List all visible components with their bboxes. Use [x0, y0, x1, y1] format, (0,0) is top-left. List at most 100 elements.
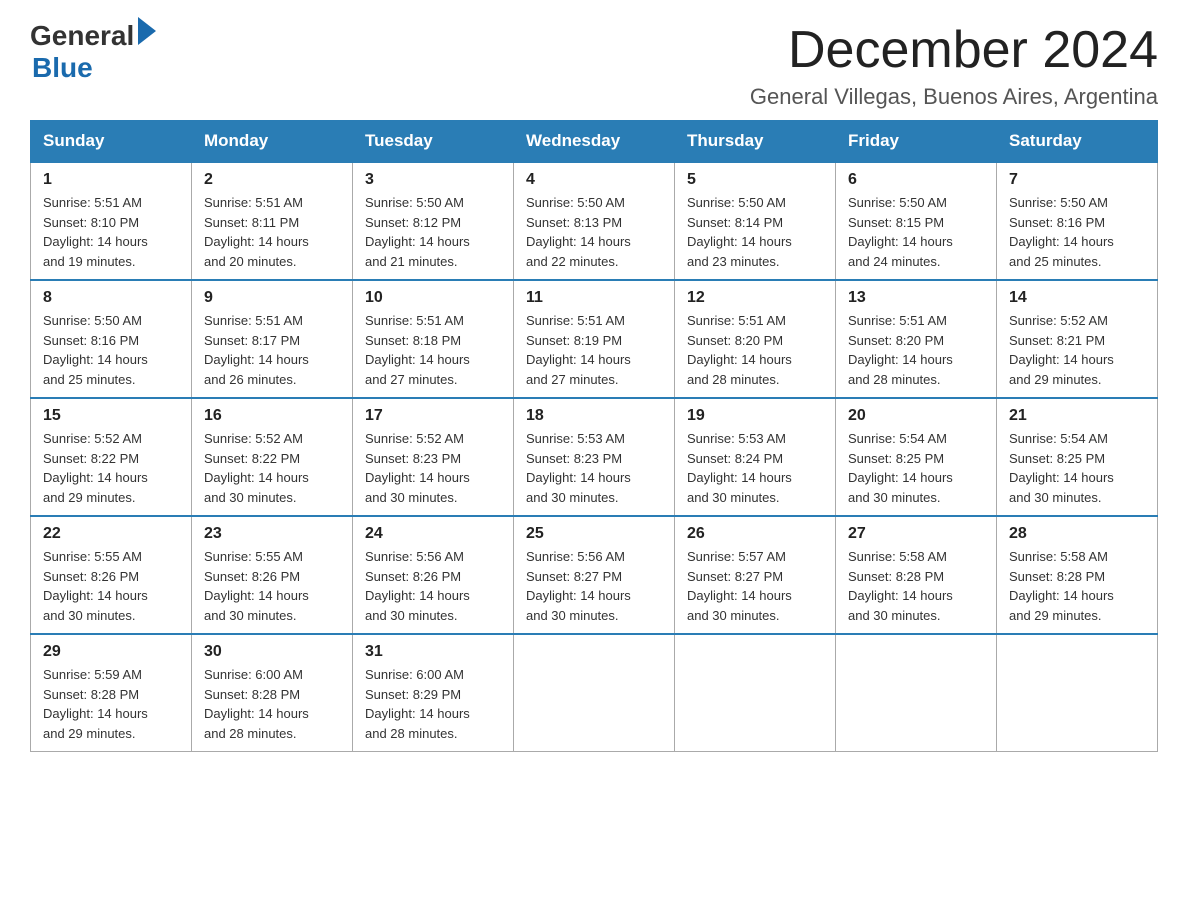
- day-number: 17: [365, 407, 501, 425]
- table-row: 19 Sunrise: 5:53 AM Sunset: 8:24 PM Dayl…: [675, 398, 836, 516]
- day-number: 1: [43, 171, 179, 189]
- day-number: 14: [1009, 289, 1145, 307]
- table-row: 7 Sunrise: 5:50 AM Sunset: 8:16 PM Dayli…: [997, 162, 1158, 280]
- day-info: Sunrise: 5:57 AM Sunset: 8:27 PM Dayligh…: [687, 547, 823, 625]
- day-info: Sunrise: 5:52 AM Sunset: 8:22 PM Dayligh…: [204, 429, 340, 507]
- day-number: 27: [848, 525, 984, 543]
- table-row: 11 Sunrise: 5:51 AM Sunset: 8:19 PM Dayl…: [514, 280, 675, 398]
- day-number: 23: [204, 525, 340, 543]
- month-title: December 2024: [750, 20, 1158, 80]
- day-info: Sunrise: 5:53 AM Sunset: 8:23 PM Dayligh…: [526, 429, 662, 507]
- day-info: Sunrise: 5:59 AM Sunset: 8:28 PM Dayligh…: [43, 665, 179, 743]
- col-thursday: Thursday: [675, 121, 836, 163]
- day-info: Sunrise: 5:54 AM Sunset: 8:25 PM Dayligh…: [848, 429, 984, 507]
- table-row: 24 Sunrise: 5:56 AM Sunset: 8:26 PM Dayl…: [353, 516, 514, 634]
- day-number: 13: [848, 289, 984, 307]
- table-row: 30 Sunrise: 6:00 AM Sunset: 8:28 PM Dayl…: [192, 634, 353, 752]
- table-row: 8 Sunrise: 5:50 AM Sunset: 8:16 PM Dayli…: [31, 280, 192, 398]
- day-number: 15: [43, 407, 179, 425]
- table-row: 13 Sunrise: 5:51 AM Sunset: 8:20 PM Dayl…: [836, 280, 997, 398]
- day-info: Sunrise: 5:50 AM Sunset: 8:15 PM Dayligh…: [848, 193, 984, 271]
- table-row: 14 Sunrise: 5:52 AM Sunset: 8:21 PM Dayl…: [997, 280, 1158, 398]
- day-number: 29: [43, 643, 179, 661]
- day-number: 31: [365, 643, 501, 661]
- col-friday: Friday: [836, 121, 997, 163]
- day-info: Sunrise: 5:54 AM Sunset: 8:25 PM Dayligh…: [1009, 429, 1145, 507]
- table-row: 15 Sunrise: 5:52 AM Sunset: 8:22 PM Dayl…: [31, 398, 192, 516]
- day-info: Sunrise: 5:56 AM Sunset: 8:26 PM Dayligh…: [365, 547, 501, 625]
- page-header: General Blue December 2024 General Ville…: [30, 20, 1158, 110]
- col-monday: Monday: [192, 121, 353, 163]
- table-row: 18 Sunrise: 5:53 AM Sunset: 8:23 PM Dayl…: [514, 398, 675, 516]
- table-row: 31 Sunrise: 6:00 AM Sunset: 8:29 PM Dayl…: [353, 634, 514, 752]
- day-info: Sunrise: 5:58 AM Sunset: 8:28 PM Dayligh…: [1009, 547, 1145, 625]
- day-info: Sunrise: 5:51 AM Sunset: 8:17 PM Dayligh…: [204, 311, 340, 389]
- table-row: 10 Sunrise: 5:51 AM Sunset: 8:18 PM Dayl…: [353, 280, 514, 398]
- day-info: Sunrise: 5:53 AM Sunset: 8:24 PM Dayligh…: [687, 429, 823, 507]
- day-number: 12: [687, 289, 823, 307]
- day-number: 6: [848, 171, 984, 189]
- day-number: 2: [204, 171, 340, 189]
- day-number: 7: [1009, 171, 1145, 189]
- calendar-table: Sunday Monday Tuesday Wednesday Thursday…: [30, 120, 1158, 752]
- table-row: 26 Sunrise: 5:57 AM Sunset: 8:27 PM Dayl…: [675, 516, 836, 634]
- header-row: Sunday Monday Tuesday Wednesday Thursday…: [31, 121, 1158, 163]
- table-row: 23 Sunrise: 5:55 AM Sunset: 8:26 PM Dayl…: [192, 516, 353, 634]
- logo-triangle-icon: [138, 17, 156, 45]
- day-number: 22: [43, 525, 179, 543]
- calendar-week-4: 22 Sunrise: 5:55 AM Sunset: 8:26 PM Dayl…: [31, 516, 1158, 634]
- day-info: Sunrise: 5:50 AM Sunset: 8:12 PM Dayligh…: [365, 193, 501, 271]
- table-row: [836, 634, 997, 752]
- day-info: Sunrise: 5:56 AM Sunset: 8:27 PM Dayligh…: [526, 547, 662, 625]
- day-info: Sunrise: 5:51 AM Sunset: 8:18 PM Dayligh…: [365, 311, 501, 389]
- col-saturday: Saturday: [997, 121, 1158, 163]
- day-number: 11: [526, 289, 662, 307]
- table-row: 17 Sunrise: 5:52 AM Sunset: 8:23 PM Dayl…: [353, 398, 514, 516]
- calendar-week-3: 15 Sunrise: 5:52 AM Sunset: 8:22 PM Dayl…: [31, 398, 1158, 516]
- day-info: Sunrise: 6:00 AM Sunset: 8:28 PM Dayligh…: [204, 665, 340, 743]
- day-info: Sunrise: 5:50 AM Sunset: 8:16 PM Dayligh…: [43, 311, 179, 389]
- calendar-week-1: 1 Sunrise: 5:51 AM Sunset: 8:10 PM Dayli…: [31, 162, 1158, 280]
- col-wednesday: Wednesday: [514, 121, 675, 163]
- calendar-week-5: 29 Sunrise: 5:59 AM Sunset: 8:28 PM Dayl…: [31, 634, 1158, 752]
- day-info: Sunrise: 5:58 AM Sunset: 8:28 PM Dayligh…: [848, 547, 984, 625]
- day-info: Sunrise: 5:50 AM Sunset: 8:14 PM Dayligh…: [687, 193, 823, 271]
- day-info: Sunrise: 5:51 AM Sunset: 8:20 PM Dayligh…: [687, 311, 823, 389]
- table-row: 27 Sunrise: 5:58 AM Sunset: 8:28 PM Dayl…: [836, 516, 997, 634]
- day-number: 25: [526, 525, 662, 543]
- day-info: Sunrise: 5:51 AM Sunset: 8:11 PM Dayligh…: [204, 193, 340, 271]
- logo: General Blue: [30, 20, 156, 84]
- day-number: 4: [526, 171, 662, 189]
- day-info: Sunrise: 6:00 AM Sunset: 8:29 PM Dayligh…: [365, 665, 501, 743]
- day-number: 3: [365, 171, 501, 189]
- table-row: [997, 634, 1158, 752]
- table-row: 22 Sunrise: 5:55 AM Sunset: 8:26 PM Dayl…: [31, 516, 192, 634]
- table-row: 5 Sunrise: 5:50 AM Sunset: 8:14 PM Dayli…: [675, 162, 836, 280]
- table-row: 16 Sunrise: 5:52 AM Sunset: 8:22 PM Dayl…: [192, 398, 353, 516]
- day-number: 30: [204, 643, 340, 661]
- day-number: 8: [43, 289, 179, 307]
- col-tuesday: Tuesday: [353, 121, 514, 163]
- table-row: 21 Sunrise: 5:54 AM Sunset: 8:25 PM Dayl…: [997, 398, 1158, 516]
- day-info: Sunrise: 5:55 AM Sunset: 8:26 PM Dayligh…: [204, 547, 340, 625]
- table-row: 2 Sunrise: 5:51 AM Sunset: 8:11 PM Dayli…: [192, 162, 353, 280]
- table-row: 12 Sunrise: 5:51 AM Sunset: 8:20 PM Dayl…: [675, 280, 836, 398]
- day-info: Sunrise: 5:51 AM Sunset: 8:19 PM Dayligh…: [526, 311, 662, 389]
- day-number: 5: [687, 171, 823, 189]
- day-info: Sunrise: 5:51 AM Sunset: 8:10 PM Dayligh…: [43, 193, 179, 271]
- day-number: 18: [526, 407, 662, 425]
- table-row: 9 Sunrise: 5:51 AM Sunset: 8:17 PM Dayli…: [192, 280, 353, 398]
- day-number: 28: [1009, 525, 1145, 543]
- day-info: Sunrise: 5:51 AM Sunset: 8:20 PM Dayligh…: [848, 311, 984, 389]
- logo-blue-text: Blue: [32, 52, 93, 84]
- day-info: Sunrise: 5:50 AM Sunset: 8:13 PM Dayligh…: [526, 193, 662, 271]
- day-info: Sunrise: 5:52 AM Sunset: 8:23 PM Dayligh…: [365, 429, 501, 507]
- day-info: Sunrise: 5:55 AM Sunset: 8:26 PM Dayligh…: [43, 547, 179, 625]
- day-number: 24: [365, 525, 501, 543]
- table-row: 1 Sunrise: 5:51 AM Sunset: 8:10 PM Dayli…: [31, 162, 192, 280]
- day-number: 9: [204, 289, 340, 307]
- table-row: 28 Sunrise: 5:58 AM Sunset: 8:28 PM Dayl…: [997, 516, 1158, 634]
- day-info: Sunrise: 5:50 AM Sunset: 8:16 PM Dayligh…: [1009, 193, 1145, 271]
- day-number: 19: [687, 407, 823, 425]
- table-row: 4 Sunrise: 5:50 AM Sunset: 8:13 PM Dayli…: [514, 162, 675, 280]
